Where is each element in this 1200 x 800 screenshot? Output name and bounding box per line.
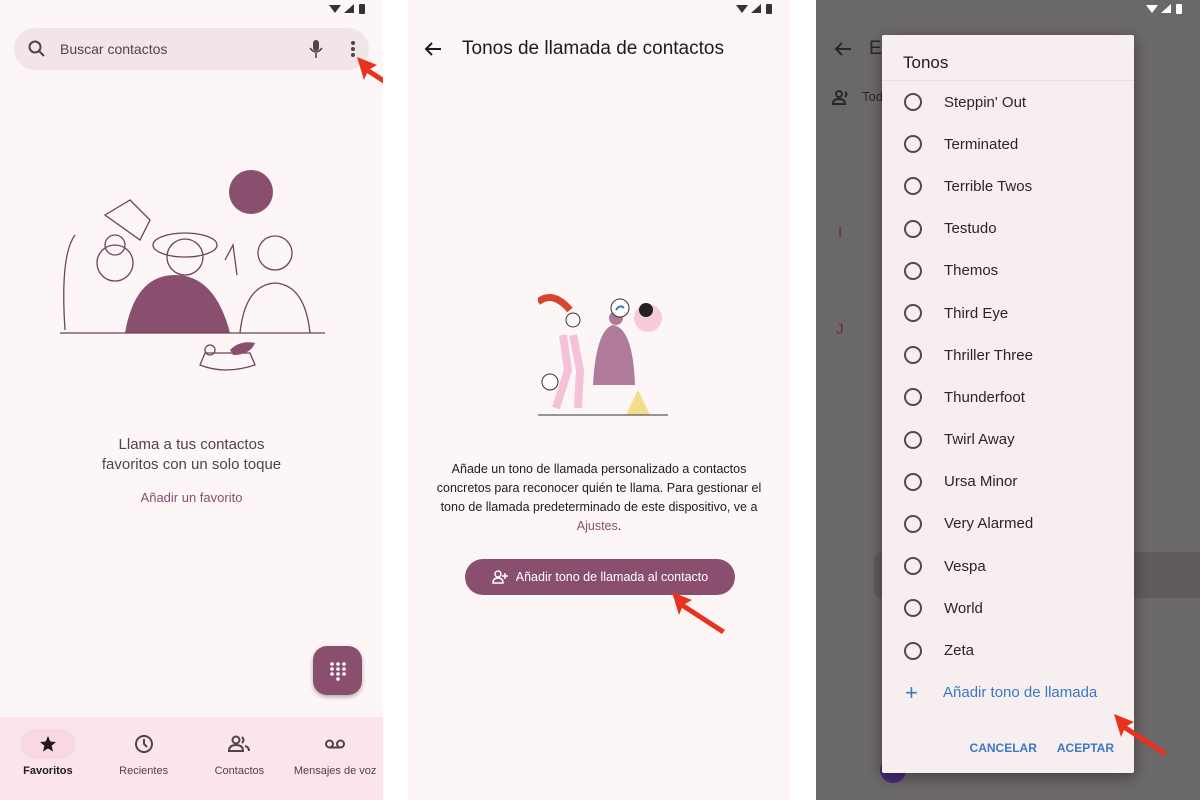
- person-add-icon: [491, 570, 508, 584]
- back-arrow-icon[interactable]: [424, 41, 442, 57]
- ringtone-option[interactable]: Third Eye: [882, 292, 1134, 334]
- radio-button[interactable]: [904, 641, 922, 660]
- contact-ringtones-screen: Tonos de llamada de contactos Añade un t…: [408, 0, 790, 800]
- cancel-button[interactable]: CANCELAR: [970, 741, 1037, 755]
- nav-label: Contactos: [214, 765, 265, 777]
- status-bar: [329, 3, 369, 15]
- status-icons: [1146, 4, 1182, 14]
- friends-illustration: [60, 170, 325, 371]
- annotation-arrow: [1114, 714, 1167, 756]
- option-label: Terminated: [944, 135, 1019, 153]
- ringtone-option[interactable]: Vespa: [882, 545, 1134, 587]
- microphone-icon[interactable]: [309, 39, 323, 59]
- page-title: Tonos de llamada de contactos: [462, 38, 724, 59]
- radio-button[interactable]: [904, 557, 922, 576]
- background-filter: Tod: [862, 89, 883, 104]
- dialpad-button[interactable]: [313, 646, 362, 695]
- radio-button[interactable]: [904, 472, 922, 491]
- radio-button[interactable]: [904, 261, 922, 280]
- radio-button[interactable]: [904, 304, 922, 323]
- search-icon: [28, 40, 45, 57]
- ringtone-option[interactable]: Steppin' Out: [882, 81, 1134, 123]
- empty-title-line1: Llama a tus contactos: [118, 436, 265, 453]
- ringtone-illustration: [538, 294, 668, 416]
- nav-recientes[interactable]: Recientes: [96, 717, 192, 800]
- search-input[interactable]: Buscar contactos: [60, 41, 309, 57]
- settings-link[interactable]: Ajustes: [577, 519, 618, 533]
- ringtone-option[interactable]: Very Alarmed: [882, 503, 1134, 545]
- dialog-title: Tonos: [882, 35, 1134, 81]
- people-icon: [228, 735, 251, 752]
- option-label: Testudo: [944, 220, 997, 238]
- option-label: Thunderfoot: [944, 388, 1025, 406]
- ringtone-option[interactable]: Testudo: [882, 208, 1134, 250]
- voicemail-icon: [325, 739, 346, 749]
- ringtone-option[interactable]: Thriller Three: [882, 334, 1134, 376]
- option-label: Terrible Twos: [944, 177, 1033, 195]
- radio-button[interactable]: [904, 599, 922, 618]
- radio-button[interactable]: [904, 388, 922, 407]
- ringtone-option[interactable]: Terrible Twos: [882, 165, 1134, 207]
- option-label: Zeta: [944, 642, 975, 660]
- star-icon: [39, 736, 56, 752]
- option-label: Themos: [944, 262, 999, 280]
- favorites-screen: Buscar contactos Llama a tus contactos f…: [0, 0, 383, 800]
- accept-button[interactable]: ACEPTAR: [1057, 741, 1114, 755]
- nav-mensajes-de-voz[interactable]: Mensajes de voz: [287, 717, 383, 800]
- ringtone-picker-screen: El Tod I J Tonos Steppin' Out Terminated T…: [816, 0, 1200, 800]
- radio-button[interactable]: [904, 514, 922, 533]
- annotation-arrow: [672, 592, 725, 634]
- status-bar: [736, 3, 776, 15]
- option-label: Vespa: [944, 557, 986, 575]
- add-ringtone-label: Añadir tono de llamada: [943, 684, 1098, 702]
- section-letter: J: [836, 321, 844, 338]
- description-text: Añade un tono de llamada personalizado a…: [436, 462, 762, 514]
- radio-button[interactable]: [904, 177, 922, 196]
- people-icon: [832, 90, 848, 105]
- nav-label: Favoritos: [23, 765, 73, 777]
- option-label: Ursa Minor: [944, 473, 1018, 491]
- ringtone-option[interactable]: Terminated: [882, 123, 1134, 165]
- back-arrow-icon[interactable]: [834, 41, 852, 57]
- option-label: World: [944, 599, 983, 617]
- option-label: Twirl Away: [944, 431, 1015, 449]
- plus-icon: +: [905, 679, 918, 705]
- clock-icon: [134, 735, 153, 753]
- search-bar[interactable]: Buscar contactos: [14, 28, 369, 70]
- ringtone-option[interactable]: Twirl Away: [882, 419, 1134, 461]
- ringtone-option[interactable]: Zeta: [882, 629, 1134, 671]
- option-label: Third Eye: [944, 304, 1009, 322]
- status-icons: [329, 4, 365, 14]
- ringtone-option[interactable]: World: [882, 587, 1134, 629]
- nav-label: Mensajes de voz: [293, 765, 377, 777]
- add-favorite-link[interactable]: Añadir un favorito: [0, 490, 383, 505]
- status-bar: [1146, 3, 1186, 15]
- add-ringtone-option[interactable]: + Añadir tono de llamada: [882, 672, 1134, 714]
- option-label: Steppin' Out: [944, 93, 1027, 111]
- nav-label: Recientes: [119, 765, 169, 777]
- ringtone-option[interactable]: Themos: [882, 250, 1134, 292]
- radio-button[interactable]: [904, 93, 922, 112]
- button-label: Añadir tono de llamada al contacto: [515, 570, 709, 584]
- option-label: Very Alarmed: [944, 515, 1034, 533]
- ringtone-option[interactable]: Thunderfoot: [882, 376, 1134, 418]
- radio-button[interactable]: [904, 346, 922, 365]
- ringtone-option[interactable]: Ursa Minor: [882, 461, 1134, 503]
- radio-button[interactable]: [904, 135, 922, 154]
- nav-favoritos[interactable]: Favoritos: [0, 717, 96, 800]
- ringtone-dialog: Tonos Steppin' Out Terminated Terrible Two…: [882, 35, 1134, 773]
- dialpad-icon: [329, 661, 346, 681]
- radio-button[interactable]: [904, 219, 922, 238]
- status-icons: [736, 4, 772, 14]
- empty-title-line2: favoritos con un solo toque: [101, 456, 282, 473]
- nav-contactos[interactable]: Contactos: [192, 717, 288, 800]
- annotation-arrow: [357, 57, 383, 84]
- radio-button[interactable]: [904, 430, 922, 449]
- bottom-navigation: Favoritos Recientes Contactos Mensajes d…: [0, 717, 383, 800]
- option-label: Thriller Three: [944, 346, 1033, 364]
- period: .: [617, 519, 622, 533]
- section-letter: I: [838, 224, 843, 241]
